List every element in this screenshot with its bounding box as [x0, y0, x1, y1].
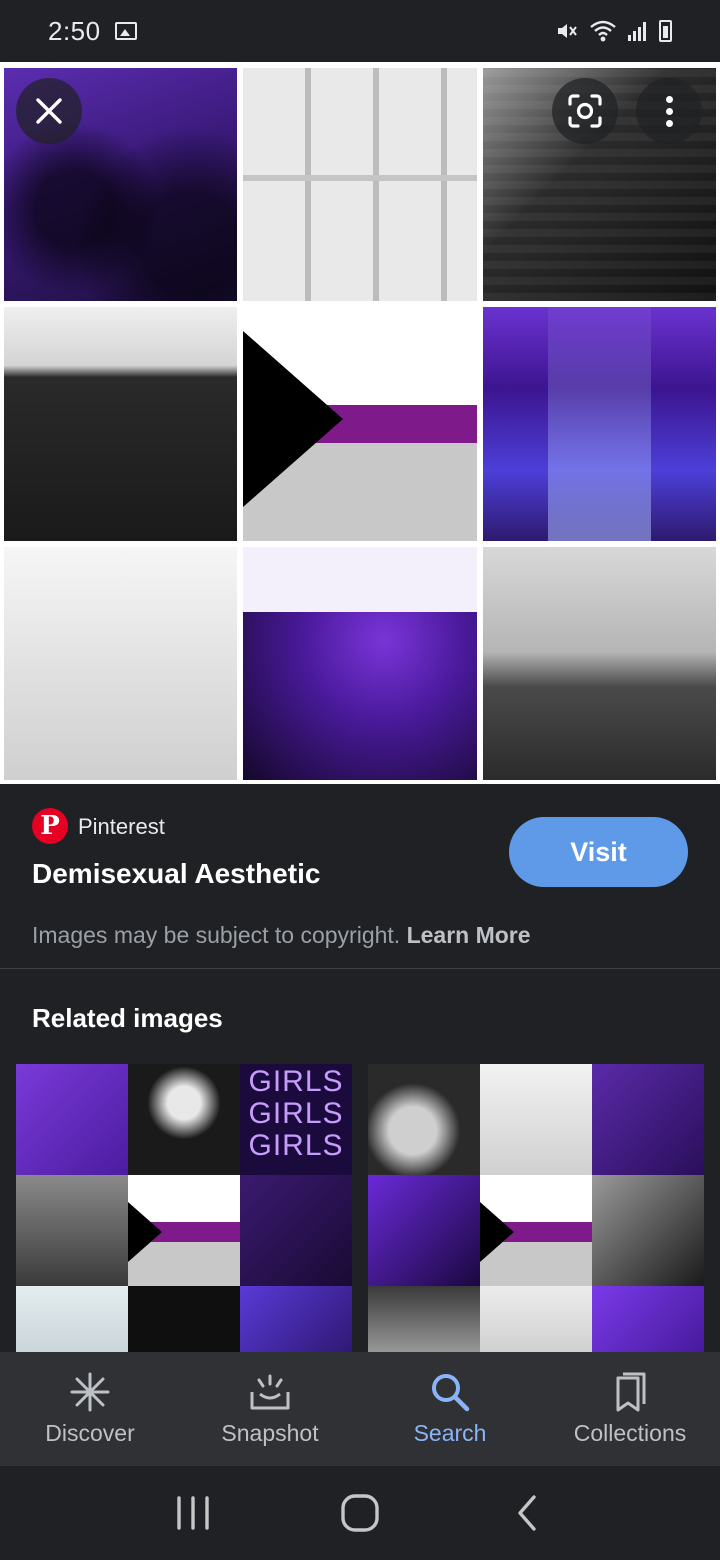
- bookmarks-icon: [616, 1372, 646, 1412]
- collage-tile-white-architecture: [4, 546, 238, 780]
- gallery-icon: [114, 22, 137, 40]
- collage-tile-spider-web: [243, 546, 477, 780]
- asterisk-icon: [70, 1372, 110, 1412]
- back-icon: [517, 1495, 536, 1531]
- nav-snapshot[interactable]: Snapshot: [180, 1352, 360, 1466]
- system-navigation-bar: [0, 1466, 720, 1560]
- flag-black-triangle: [243, 330, 344, 507]
- status-bar: 2:50: [0, 0, 720, 62]
- collage-tile-skyline: [482, 546, 716, 780]
- related-tile: [16, 1286, 128, 1354]
- copyright-notice: Images may be subject to copyright. Lear…: [32, 922, 531, 949]
- related-tile: [368, 1175, 480, 1286]
- signal-icon: [628, 22, 646, 41]
- recents-icon: [177, 1496, 210, 1530]
- related-tile: [480, 1286, 592, 1354]
- nav-label: Discover: [45, 1420, 135, 1446]
- related-tile: [368, 1286, 480, 1354]
- mute-icon: [558, 24, 577, 38]
- related-tile: [16, 1064, 128, 1175]
- visit-button[interactable]: Visit: [509, 817, 688, 887]
- snapshot-icon: [250, 1374, 290, 1410]
- related-tile: [240, 1175, 352, 1286]
- related-tile: [592, 1064, 704, 1175]
- related-tile-flag: [128, 1175, 240, 1286]
- home-button[interactable]: [320, 1483, 400, 1543]
- related-image-card[interactable]: [368, 1064, 704, 1354]
- related-image-card[interactable]: GIRLS GIRLS GIRLS: [16, 1064, 352, 1354]
- lens-icon: [568, 94, 602, 128]
- collage-tile-demisexual-flag: [243, 307, 477, 541]
- nav-label: Collections: [573, 1420, 687, 1446]
- battery-icon: [659, 20, 672, 42]
- more-vert-icon: [665, 95, 673, 127]
- nav-collections[interactable]: Collections: [540, 1352, 720, 1466]
- back-button[interactable]: [487, 1483, 567, 1543]
- more-options-button[interactable]: [636, 78, 702, 144]
- related-tile-flag: [480, 1175, 592, 1286]
- related-tile: [16, 1175, 128, 1286]
- related-images-heading: Related images: [32, 1003, 223, 1033]
- pinterest-logo-icon: P: [32, 808, 68, 844]
- related-tile: [128, 1286, 240, 1354]
- nav-label: Snapshot: [221, 1420, 319, 1446]
- nav-search[interactable]: Search: [360, 1352, 540, 1466]
- home-icon: [341, 1494, 379, 1532]
- nav-label: Search: [413, 1420, 487, 1446]
- related-tile: [592, 1175, 704, 1286]
- related-tile: [368, 1064, 480, 1175]
- source-page-title[interactable]: Demisexual Aesthetic: [32, 858, 320, 890]
- close-icon: [36, 98, 62, 124]
- recents-button[interactable]: [153, 1483, 233, 1543]
- wifi-icon: [590, 20, 616, 42]
- nav-discover[interactable]: Discover: [0, 1352, 180, 1466]
- search-icon: [432, 1374, 470, 1412]
- bottom-navigation: Discover Snapshot Search Collections: [0, 1352, 720, 1466]
- status-icons: [555, 19, 672, 43]
- related-tile: [128, 1064, 240, 1175]
- related-tile: [240, 1286, 352, 1354]
- collage-tile-purple-corridor: [482, 307, 716, 541]
- related-tile: [592, 1286, 704, 1354]
- status-time: 2:50: [48, 15, 101, 46]
- image-viewer[interactable]: [0, 62, 720, 784]
- close-button[interactable]: [16, 78, 82, 144]
- collage-tile-grey-building: [4, 307, 238, 541]
- lens-button[interactable]: [552, 78, 618, 144]
- copyright-text: Images may be subject to copyright.: [32, 922, 401, 948]
- related-tile: [480, 1064, 592, 1175]
- collage-tile-white-lockers: [243, 68, 477, 302]
- neon-sign-tile: GIRLS GIRLS GIRLS: [240, 1064, 352, 1175]
- divider: [0, 968, 720, 969]
- aesthetic-collage-image: [4, 68, 716, 780]
- source-site-name[interactable]: Pinterest: [78, 814, 165, 840]
- learn-more-link[interactable]: Learn More: [407, 922, 531, 948]
